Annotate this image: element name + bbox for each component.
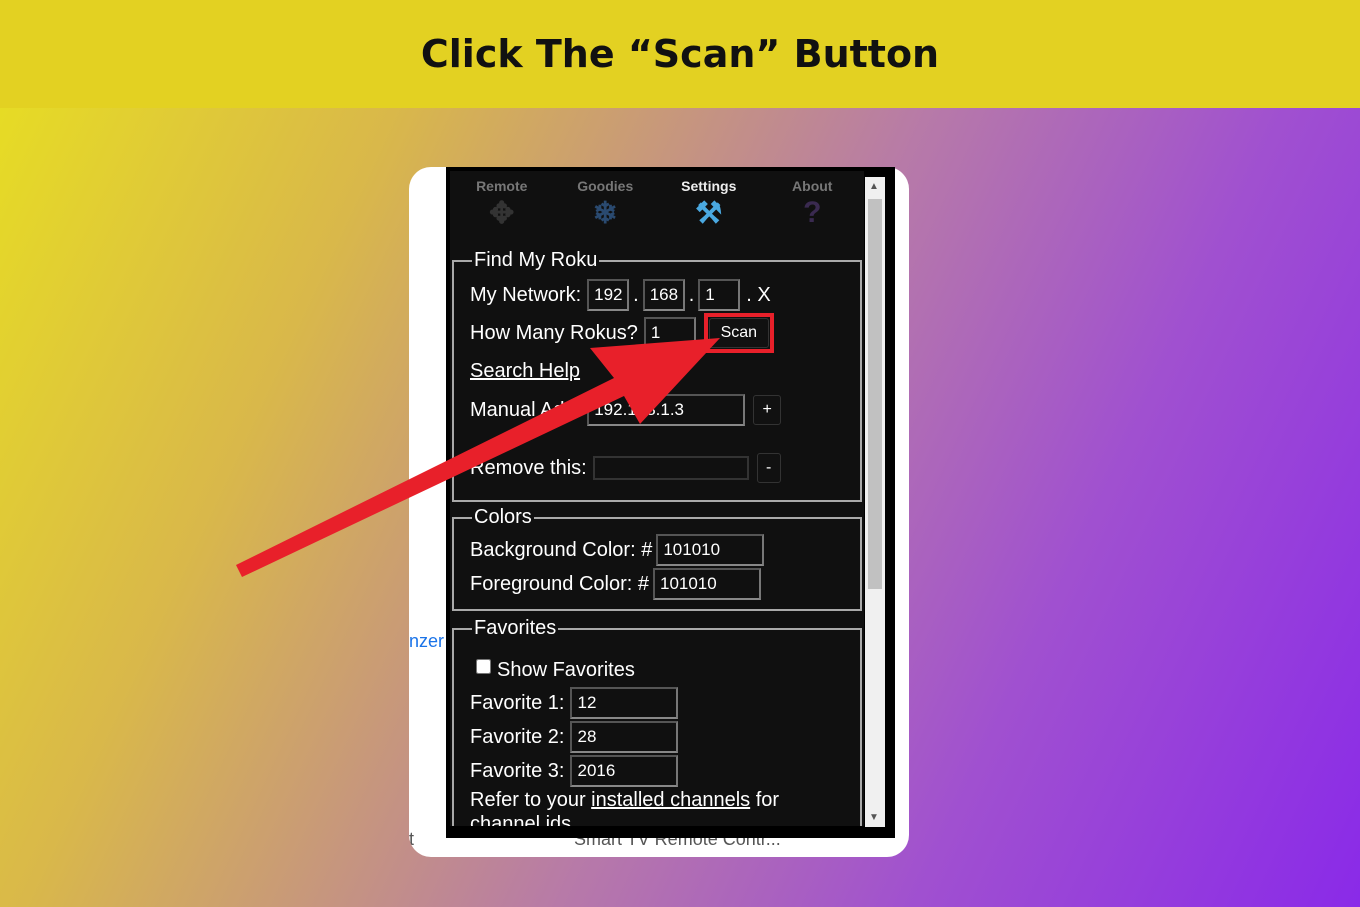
pointer-arrow <box>236 338 720 577</box>
arrow-shape <box>236 338 720 577</box>
